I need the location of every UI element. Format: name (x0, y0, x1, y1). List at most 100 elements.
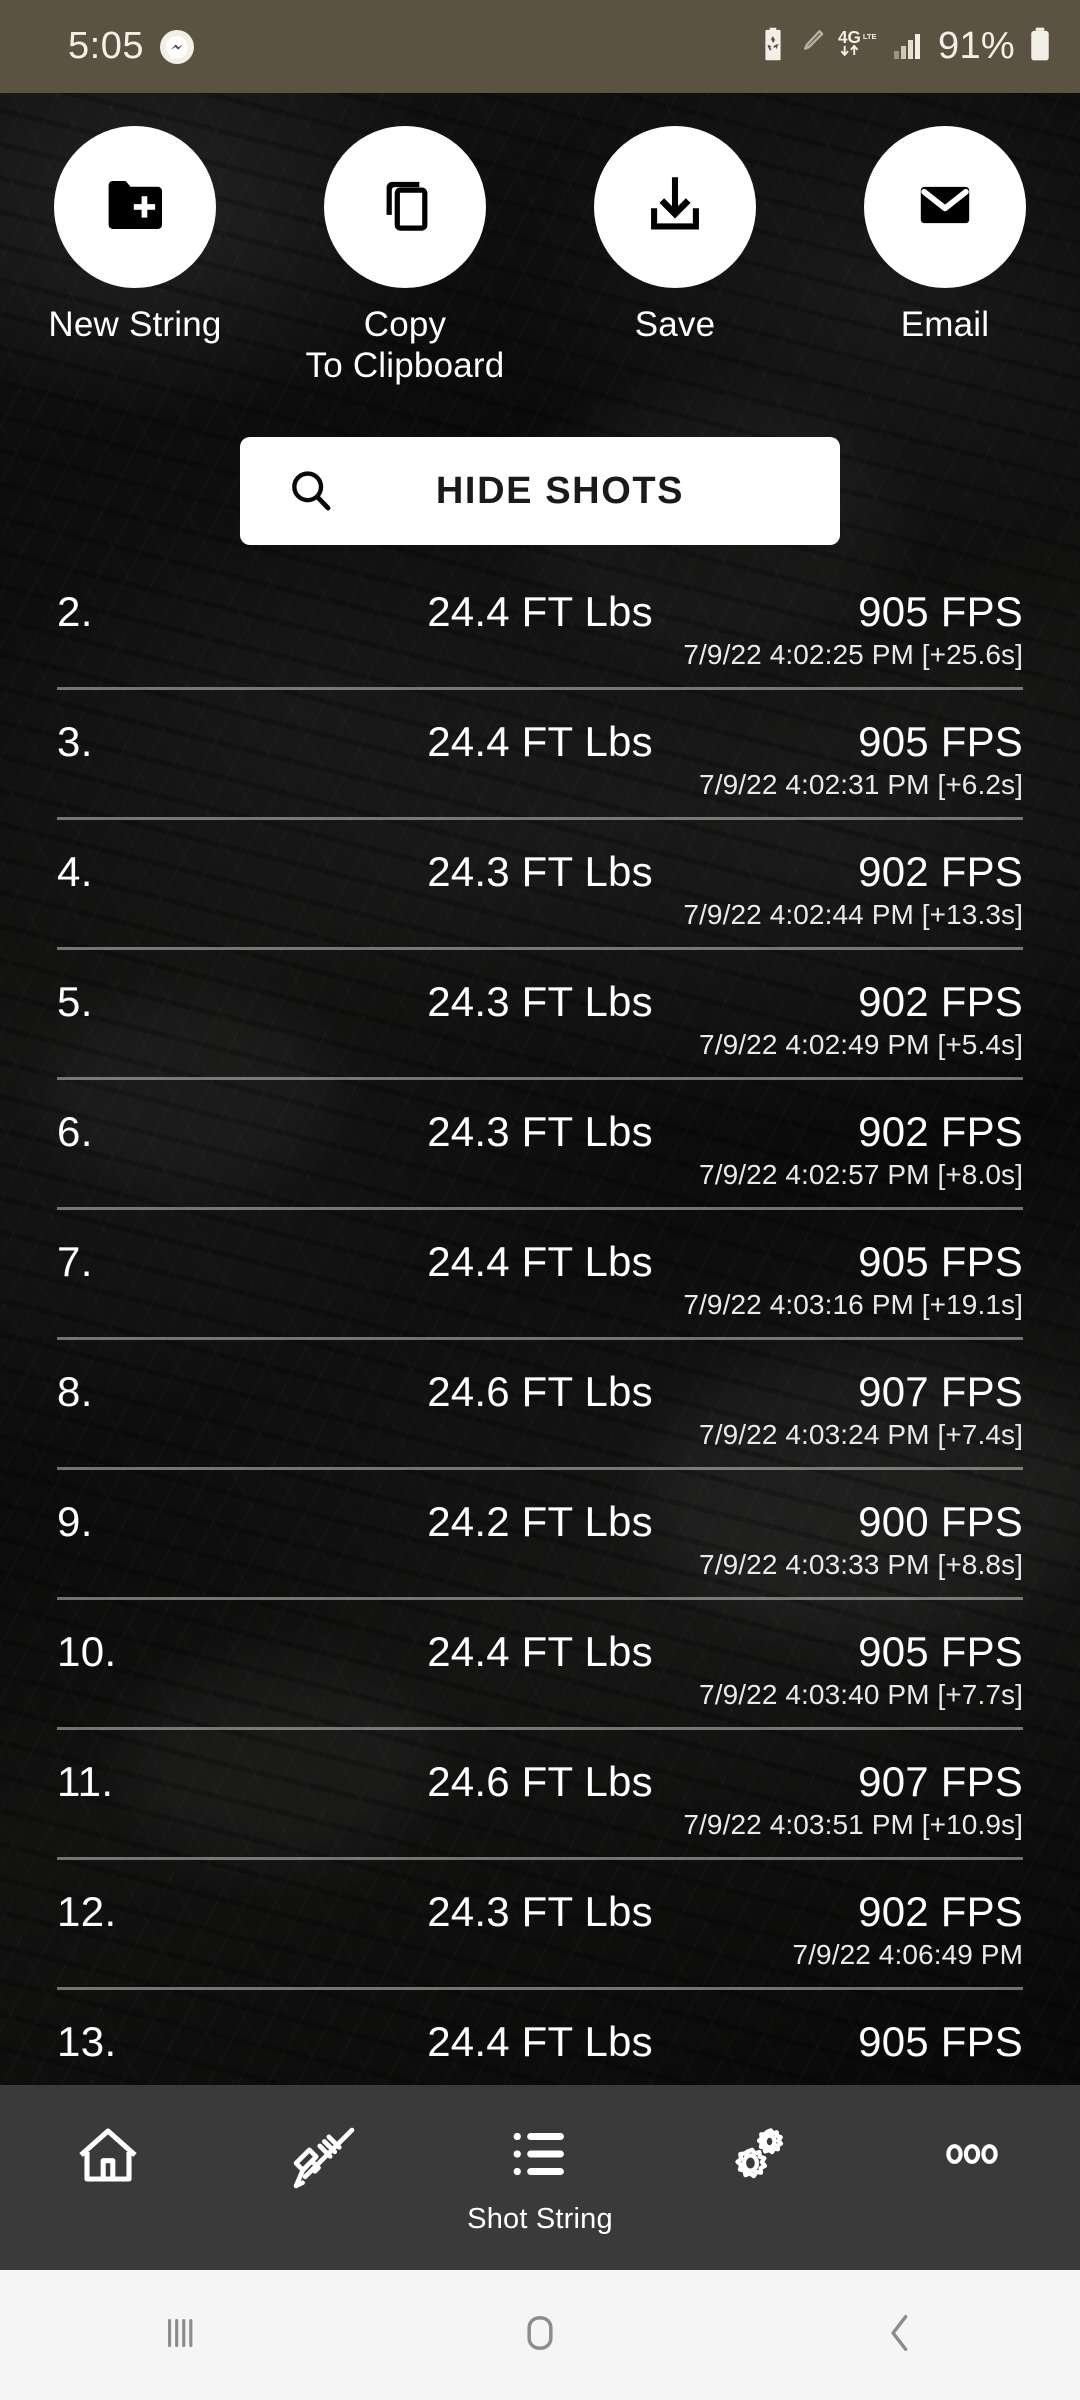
new-string-button[interactable]: New String (0, 126, 270, 386)
svg-text:4G: 4G (838, 27, 861, 47)
shot-energy: 24.2 FT Lbs (427, 1498, 653, 1545)
shot-energy: 24.3 FT Lbs (427, 978, 653, 1025)
system-recents-button[interactable] (0, 2308, 360, 2363)
nav-item-more[interactable] (864, 2085, 1080, 2194)
shot-energy: 24.4 FT Lbs (427, 2018, 653, 2065)
shot-velocity: 905 FPS (858, 2018, 1023, 2065)
shot-row[interactable]: 13. 24.4 FT Lbs 905 FPS (0, 1990, 1080, 2085)
system-navigation-bar (0, 2270, 1080, 2400)
envelope-icon (912, 172, 978, 243)
shot-row[interactable]: 8. 24.6 FT Lbs 907 FPS 7/9/22 4:03:24 PM [+… (0, 1340, 1080, 1470)
email-button[interactable]: Email (810, 126, 1080, 386)
shot-row-primary: 5. 24.3 FT Lbs 902 FPS (57, 950, 1023, 1026)
shot-row-primary: 10. 24.4 FT Lbs 905 FPS (57, 1600, 1023, 1676)
shot-row-primary: 11. 24.6 FT Lbs 907 FPS (57, 1730, 1023, 1806)
shot-velocity: 907 FPS (858, 1368, 1023, 1415)
shot-row[interactable]: 9. 24.2 FT Lbs 900 FPS 7/9/22 4:03:33 PM [+… (0, 1470, 1080, 1600)
shot-index: 11. (57, 1758, 114, 1805)
pen-icon (799, 27, 825, 66)
shot-row[interactable]: 5. 24.3 FT Lbs 902 FPS 7/9/22 4:02:49 PM [+… (0, 950, 1080, 1080)
nav-item-settings[interactable] (648, 2085, 864, 2198)
shot-velocity: 905 FPS (858, 718, 1023, 765)
nav-item-shot-string[interactable]: Shot String (432, 2085, 648, 2236)
shot-index: 4. (57, 848, 93, 895)
battery-recycle-icon (760, 26, 786, 67)
app-bottom-nav: Shot String (0, 2085, 1080, 2270)
shot-row-primary: 12. 24.3 FT Lbs 902 FPS (57, 1860, 1023, 1936)
email-button-circle[interactable] (864, 126, 1026, 288)
svg-text:LTE: LTE (863, 32, 877, 41)
battery-icon (1028, 26, 1052, 67)
shot-energy: 24.4 FT Lbs (427, 588, 653, 635)
search-icon (286, 466, 336, 516)
nav-item-rifle[interactable] (216, 2085, 432, 2202)
download-icon (642, 172, 708, 243)
shot-velocity: 905 FPS (858, 1628, 1023, 1675)
messenger-icon (159, 29, 194, 64)
status-bar: 5:05 4G LTE 91% (0, 0, 1080, 93)
shot-timestamp: 7/9/22 4:02:57 PM [+8.0s] (699, 1159, 1023, 1190)
shot-velocity: 900 FPS (858, 1498, 1023, 1545)
shot-row[interactable]: 6. 24.3 FT Lbs 902 FPS 7/9/22 4:02:57 PM [+… (0, 1080, 1080, 1210)
save-button-circle[interactable] (594, 126, 756, 288)
system-home-button[interactable] (360, 2307, 720, 2364)
shot-velocity: 905 FPS (858, 1238, 1023, 1285)
status-bar-clock: 5:05 (68, 25, 144, 67)
shot-row[interactable]: 12. 24.3 FT Lbs 902 FPS 7/9/22 4:06:49 PM (0, 1860, 1080, 1990)
shot-index: 10. (57, 1628, 117, 1675)
shot-row-primary: 4. 24.3 FT Lbs 902 FPS (57, 820, 1023, 896)
shot-row-primary: 2. 24.4 FT Lbs 905 FPS (57, 560, 1023, 636)
system-back-button[interactable] (720, 2307, 1080, 2364)
action-button-row: New String Copy To Clipboard Save Email (0, 126, 1080, 386)
shot-row[interactable]: 4. 24.3 FT Lbs 902 FPS 7/9/22 4:02:44 PM [+… (0, 820, 1080, 950)
shot-energy: 24.3 FT Lbs (427, 1108, 653, 1155)
4g-lte-data-icon: 4G LTE (838, 26, 880, 67)
shot-energy: 24.3 FT Lbs (427, 1888, 653, 1935)
copy-label-line1: Copy (363, 305, 447, 344)
shot-energy: 24.4 FT Lbs (427, 1628, 653, 1675)
phone-screen: 5:05 4G LTE 91% New String Copy To Clipb… (0, 0, 1080, 2400)
shot-timestamp: 7/9/22 4:06:49 PM (792, 1939, 1023, 1970)
status-bar-right: 4G LTE 91% (760, 25, 1052, 68)
status-bar-left: 5:05 (68, 25, 194, 68)
shot-index: 5. (57, 978, 93, 1025)
home-square-icon (514, 2307, 566, 2364)
shot-row-primary: 6. 24.3 FT Lbs 902 FPS (57, 1080, 1023, 1156)
gears-icon (719, 2119, 793, 2198)
shot-row[interactable]: 7. 24.4 FT Lbs 905 FPS 7/9/22 4:03:16 PM [+… (0, 1210, 1080, 1340)
shot-string-list[interactable]: 2. 24.4 FT Lbs 905 FPS 7/9/22 4:02:25 PM [+… (0, 560, 1080, 2085)
shot-index: 9. (57, 1498, 93, 1545)
new-string-button-circle[interactable] (54, 126, 216, 288)
shot-row[interactable]: 3. 24.4 FT Lbs 905 FPS 7/9/22 4:02:31 PM [+… (0, 690, 1080, 820)
copy-to-clipboard-label: Copy To Clipboard (306, 304, 505, 386)
back-chevron-icon (874, 2307, 926, 2364)
shot-row[interactable]: 11. 24.6 FT Lbs 907 FPS 7/9/22 4:03:51 PM [… (0, 1730, 1080, 1860)
shot-timestamp: 7/9/22 4:03:24 PM [+7.4s] (699, 1419, 1023, 1450)
shot-energy: 24.4 FT Lbs (427, 718, 653, 765)
signal-bars-icon (893, 28, 925, 65)
shot-timestamp: 7/9/22 4:02:31 PM [+6.2s] (699, 769, 1023, 800)
list-icon (505, 2119, 575, 2194)
copy-label-line2: To Clipboard (305, 346, 505, 385)
hide-shots-button[interactable]: HIDE SHOTS (240, 437, 840, 545)
shot-row[interactable]: 10. 24.4 FT Lbs 905 FPS 7/9/22 4:03:40 PM [… (0, 1600, 1080, 1730)
shot-velocity: 907 FPS (858, 1758, 1023, 1805)
shot-timestamp: 7/9/22 4:02:44 PM [+13.3s] (683, 899, 1023, 930)
new-string-label: New String (48, 305, 222, 344)
shot-energy: 24.6 FT Lbs (427, 1368, 653, 1415)
shot-index: 13. (57, 2018, 117, 2065)
save-button[interactable]: Save (540, 126, 810, 386)
shot-timestamp: 7/9/22 4:03:16 PM [+19.1s] (683, 1289, 1023, 1320)
shot-velocity: 902 FPS (858, 1108, 1023, 1155)
shot-timestamp: 7/9/22 4:03:51 PM [+10.9s] (683, 1809, 1023, 1840)
shot-energy: 24.3 FT Lbs (427, 848, 653, 895)
shot-row-primary: 7. 24.4 FT Lbs 905 FPS (57, 1210, 1023, 1286)
shot-row[interactable]: 2. 24.4 FT Lbs 905 FPS 7/9/22 4:02:25 PM [+… (0, 560, 1080, 690)
email-label: Email (900, 305, 990, 344)
copy-to-clipboard-button[interactable]: Copy To Clipboard (270, 126, 540, 386)
copy-to-clipboard-button-circle[interactable] (324, 126, 486, 288)
nav-item-home[interactable] (0, 2085, 216, 2196)
shot-timestamp: 7/9/22 4:03:33 PM [+8.8s] (699, 1549, 1023, 1580)
shot-velocity: 902 FPS (858, 978, 1023, 1025)
shot-timestamp: 7/9/22 4:03:40 PM [+7.7s] (699, 1679, 1023, 1710)
